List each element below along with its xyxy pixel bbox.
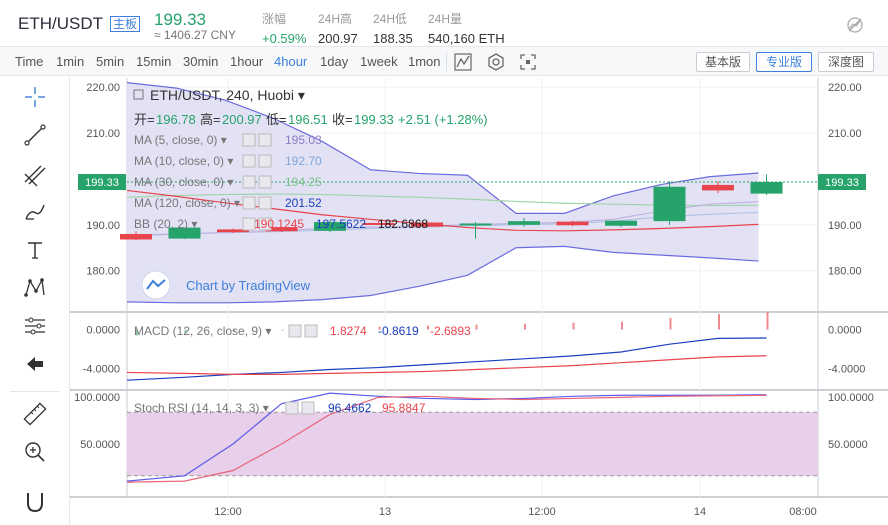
last-price-tag-text: 199.33 [825,177,859,189]
y-tick-label-right: 0.0000 [828,325,862,337]
y-tick-label-left: -4.0000 [83,364,120,376]
indicator-close-icon [258,154,272,168]
ohlc-value: 199.33 [354,112,394,127]
y-tick-label-left: 100.0000 [74,392,120,404]
indicator-settings-icon [288,324,302,338]
indicator-value: 194.25 [285,175,322,189]
macd-value: 1.8274 [330,324,367,338]
macd-value: -2.6893 [430,324,471,338]
indicator-value: 192.70 [285,154,322,168]
stoch-band-fill [127,412,818,476]
macd-value: -0.8619 [378,324,419,338]
indicator-name: MA (5, close, 0) ▾ [134,133,227,147]
candle-body [556,221,589,226]
stoch-d-value: 95.8847 [382,401,426,415]
ohlc-value: 200.97 [222,112,262,127]
indicator-name: MA (10, close, 0) ▾ [134,154,233,168]
macd-histogram-bar [475,324,478,330]
indicator-name: MA (120, close, 0) ▾ [134,196,240,210]
indicator-settings-icon [242,175,256,189]
macd-histogram-bar [572,322,575,330]
indicator-name: BB (20, 2) ▾ [134,217,197,231]
ohlc-value: 收= [332,112,353,127]
stoch-title: Stoch RSI (14, 14, 3, 3) ▾ [134,401,269,415]
y-tick-label-left: 210.00 [86,128,120,140]
ohlc-value: 开= [134,112,155,127]
indicator-name: MA (30, close, 0) ▾ [134,175,233,189]
time-label: 13 [379,506,391,518]
y-tick-label-left: 50.0000 [80,439,120,451]
y-tick-label-right: -4.0000 [828,364,865,376]
indicator-settings-icon [242,154,256,168]
candle-body [459,223,492,226]
time-label: 12:00 [214,506,242,518]
price-chart[interactable]: 12:00 13 12:00 14 08:00 220.00 220.00 210.00 210… [0,0,888,525]
y-tick-label-left: 190.00 [86,220,120,232]
time-label: 12:00 [528,506,556,518]
indicator-value: 182.6868 [378,217,428,231]
ohlc-value: 低= [266,112,287,127]
time-label: 14 [694,506,706,518]
time-label: 08:00 [789,506,817,518]
macd-title: MACD (12, 26, close, 9) ▾ [134,324,271,338]
indicator-close-icon [258,196,272,210]
candle-body [653,186,686,222]
macd-histogram-bar [524,323,526,330]
y-tick-label-right: 220.00 [828,82,862,94]
ohlc-value: 196.78 [156,112,196,127]
y-tick-label-right: 190.00 [828,220,862,232]
indicator-close-icon [258,175,272,189]
candle-body [120,234,152,240]
y-tick-label-right: 50.0000 [828,439,868,451]
indicator-value: 190.1245 [254,217,304,231]
y-tick-label-left: 220.00 [86,82,120,94]
candle-body [702,184,734,191]
macd-histogram-bar [621,321,623,330]
ohlc-value: +2.51 (+1.28%) [398,112,488,127]
indicator-close-icon [301,401,315,415]
ohlc-value: 196.51 [288,112,328,127]
indicator-settings-icon [242,196,256,210]
y-tick-label-left: 0.0000 [86,325,120,337]
y-tick-label-right: 210.00 [828,128,862,140]
candle-body [605,220,637,226]
y-tick-label-right: 180.00 [828,266,862,278]
tradingview-watermark: Chart by TradingView [186,278,311,293]
candle-body [750,182,783,194]
candle-body [508,221,540,225]
y-tick-label-left: 180.00 [86,266,120,278]
y-tick-label-right: 100.0000 [828,392,874,404]
indicator-settings-icon [285,401,299,415]
ohlc-value: 高= [200,112,221,127]
indicator-value: 195.03 [285,133,322,147]
indicator-close-icon [258,133,272,147]
macd-histogram-bar [281,329,284,331]
indicator-value: 201.52 [285,196,322,210]
indicator-value: 197.5622 [316,217,366,231]
macd-histogram-bar [718,314,720,330]
indicator-close-icon [304,324,318,338]
chart-title: ETH/USDT, 240, Huobi ▾ [150,87,305,103]
stoch-k-value: 96.4662 [328,401,372,415]
indicator-settings-icon [242,133,256,147]
macd-histogram-bar [669,317,672,330]
macd-histogram-bar [427,325,429,330]
last-price-tag-text: 199.33 [85,177,119,189]
macd-histogram-bar [766,311,769,330]
